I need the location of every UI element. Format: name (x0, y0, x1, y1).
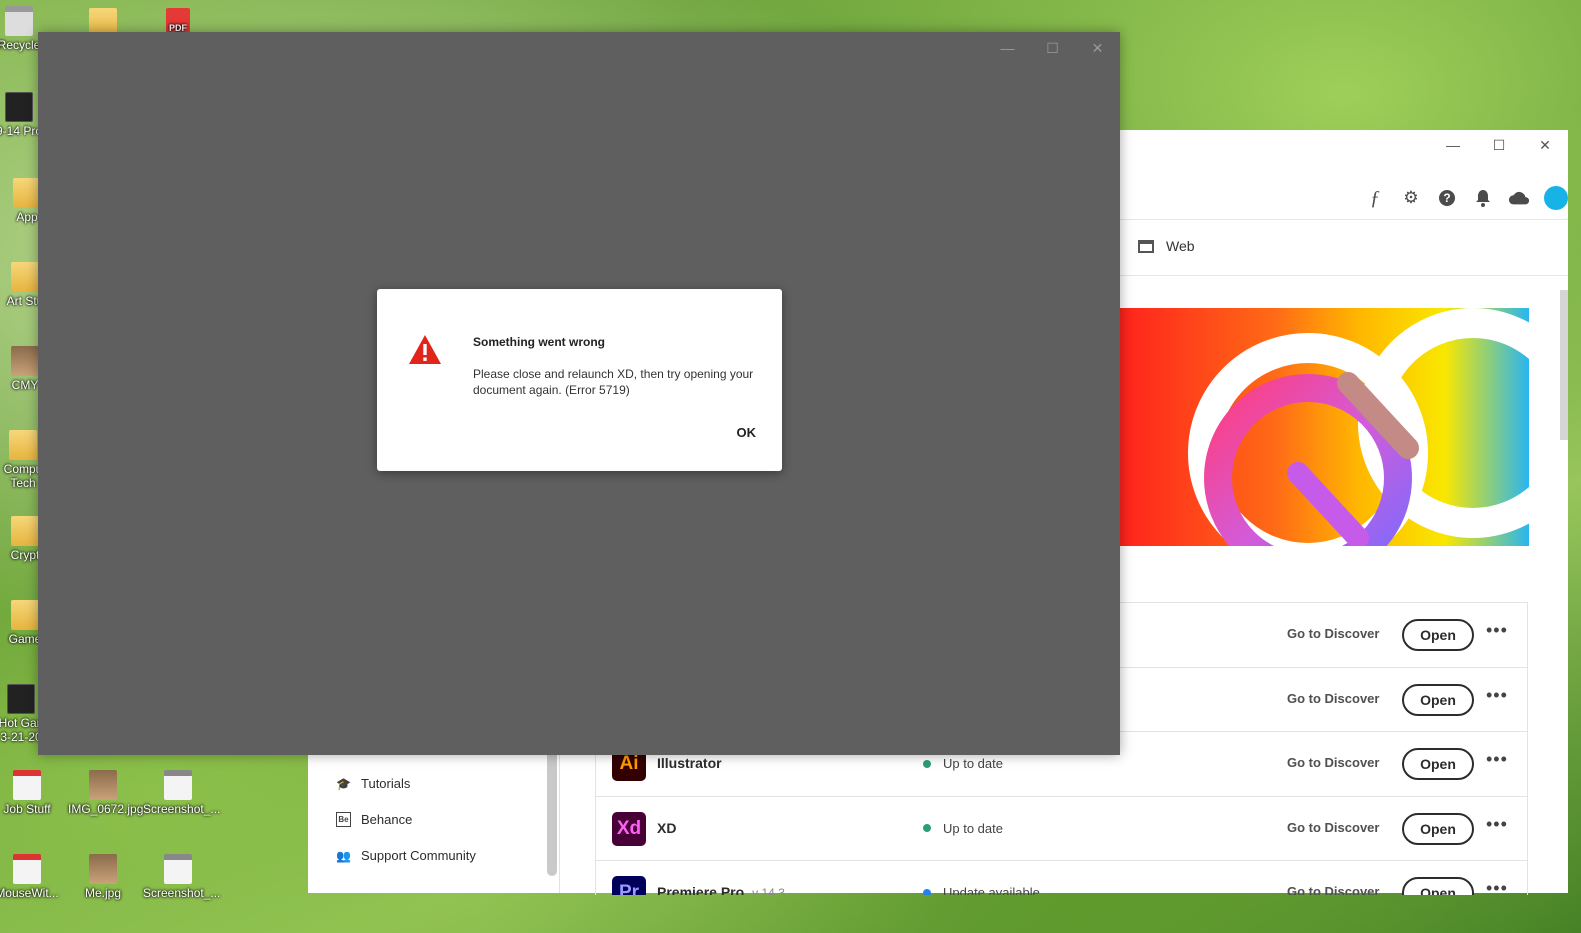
app-status: Up to date (923, 756, 1003, 771)
go-to-discover-link[interactable]: Go to Discover (1287, 755, 1379, 770)
open-button[interactable]: Open (1402, 619, 1474, 651)
document-icon (13, 854, 41, 884)
desktop-icon-item[interactable]: MouseWit... (0, 854, 62, 900)
more-options-icon[interactable]: ••• (1486, 878, 1508, 895)
cloud-icon[interactable] (1508, 187, 1530, 209)
folder-icon (11, 516, 39, 546)
window-controls: — ☐ ✕ (985, 32, 1120, 64)
close-icon[interactable]: ✕ (1075, 32, 1120, 64)
sidebar-item-behance[interactable]: Be Behance (336, 812, 412, 827)
app-row-xd: Xd XD Up to date Go to Discover Open ••• (596, 797, 1527, 861)
maximize-icon[interactable]: ☐ (1476, 130, 1522, 160)
image-icon (89, 854, 117, 884)
desktop-icon-item[interactable]: Screenshot_... (143, 770, 220, 816)
ok-button[interactable]: OK (733, 421, 761, 444)
premiere-pro-app-icon: Pr (612, 876, 646, 895)
more-options-icon[interactable]: ••• (1486, 685, 1508, 706)
status-dot-icon (923, 824, 931, 832)
app-status: Up to date (923, 821, 1003, 836)
more-options-icon[interactable]: ••• (1486, 749, 1508, 770)
folder-icon (11, 600, 39, 630)
error-dialog: Something went wrong Please close and re… (377, 289, 782, 471)
image-icon (11, 346, 39, 376)
go-to-discover-link[interactable]: Go to Discover (1287, 884, 1379, 895)
close-icon[interactable]: ✕ (1522, 130, 1568, 160)
recycle-bin-icon (5, 6, 33, 36)
dialog-title: Something went wrong (473, 335, 605, 349)
help-icon[interactable]: ? (1436, 187, 1458, 209)
go-to-discover-link[interactable]: Go to Discover (1287, 626, 1379, 641)
xd-window: — ☐ ✕ Something went wrong Please close … (38, 32, 1120, 755)
image-icon (89, 770, 117, 800)
document-icon (7, 684, 35, 714)
main-scrollbar[interactable] (1560, 290, 1568, 440)
xd-app-icon: Xd (612, 811, 646, 846)
creative-cloud-banner (1108, 308, 1529, 546)
status-dot-icon (923, 759, 931, 768)
dialog-message: Please close and relaunch XD, then try o… (473, 367, 754, 397)
screenshot-icon (164, 770, 192, 800)
svg-text:?: ? (1443, 191, 1450, 205)
maximize-icon[interactable]: ☐ (1030, 32, 1075, 64)
open-button[interactable]: Open (1402, 748, 1474, 780)
document-icon (5, 92, 33, 122)
browser-window-icon (1138, 239, 1154, 253)
desktop-icon-item[interactable]: Screenshot_... (143, 854, 220, 900)
desktop-icon-item[interactable]: IMG_0672.jpg (68, 770, 143, 816)
font-icon[interactable]: ƒ (1364, 187, 1386, 209)
open-button[interactable]: Open (1402, 812, 1474, 845)
status-dot-icon (923, 888, 931, 895)
avatar[interactable] (1544, 186, 1568, 210)
more-options-icon[interactable]: ••• (1486, 620, 1508, 641)
screenshot-icon (164, 854, 192, 884)
warning-icon (409, 335, 441, 364)
sidebar-item-support-community[interactable]: 👥 Support Community (336, 848, 476, 863)
minimize-icon[interactable]: — (985, 32, 1030, 64)
go-to-discover-link[interactable]: Go to Discover (1287, 691, 1379, 706)
desktop-icon-item[interactable]: Me.jpg (68, 854, 138, 900)
folder-icon (11, 262, 39, 292)
app-name: Illustrator (657, 755, 722, 771)
app-row-premiere-pro: Pr Premiere Pro v 14.3 Update available G… (596, 861, 1527, 895)
bell-icon[interactable] (1472, 187, 1494, 209)
community-icon: 👥 (336, 848, 351, 863)
app-name: Premiere Pro v 14.3 (657, 884, 785, 895)
desktop-icon-item[interactable]: Job Stuff (0, 770, 62, 816)
open-button[interactable]: Open (1402, 683, 1474, 716)
folder-icon (9, 430, 37, 460)
minimize-icon[interactable]: — (1430, 130, 1476, 160)
app-status: Update available (923, 885, 1040, 895)
gear-icon[interactable]: ⚙ (1400, 187, 1422, 209)
go-to-discover-link[interactable]: Go to Discover (1287, 820, 1379, 835)
document-icon (13, 770, 41, 800)
graduation-cap-icon: 🎓 (336, 776, 351, 791)
app-name: XD (657, 819, 677, 836)
tab-web[interactable]: Web (1138, 238, 1195, 254)
sidebar-scrollbar[interactable] (547, 746, 557, 876)
open-button[interactable]: Open (1402, 877, 1474, 895)
sidebar-item-tutorials[interactable]: 🎓 Tutorials (336, 776, 410, 791)
creative-cloud-logo-icon (1204, 372, 1419, 546)
folder-icon (13, 178, 41, 208)
more-options-icon[interactable]: ••• (1486, 814, 1508, 835)
behance-icon: Be (336, 812, 351, 827)
